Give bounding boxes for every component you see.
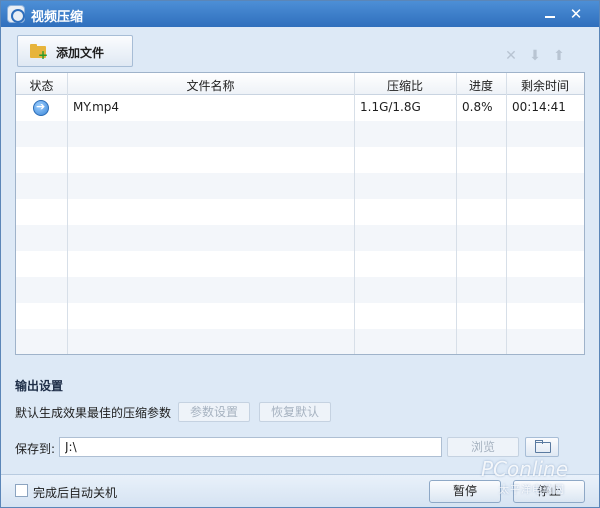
minimize-icon[interactable]	[539, 4, 561, 24]
list-header: 状态 文件名称 压缩比 进度 剩余时间	[16, 73, 584, 95]
table-row[interactable]: MY.mp4 1.1G/1.8G 0.8% 00:14:41	[16, 95, 584, 121]
empty-row	[16, 303, 584, 329]
params-settings-button[interactable]: 参数设置	[178, 402, 250, 422]
col-status-header[interactable]: 状态	[16, 77, 67, 94]
bottom-bar: 完成后自动关机 暂停 停止	[1, 474, 599, 507]
filename-cell: MY.mp4	[73, 100, 120, 114]
folder-add-icon: +	[30, 44, 48, 61]
empty-row	[16, 225, 584, 251]
empty-row	[16, 121, 584, 147]
auto-shutdown-checkbox[interactable]	[15, 484, 28, 497]
pause-button[interactable]: 暂停	[429, 480, 501, 503]
window-title: 视频压缩	[31, 10, 84, 25]
col-progress-header[interactable]: 进度	[456, 77, 506, 94]
ratio-cell: 1.1G/1.8G	[360, 100, 421, 114]
video-compress-window: 视频压缩 ✕ + 添加文件 ✕ ⬇ ⬆ MY.mp4 1.1G/1.8G 0.8…	[0, 0, 600, 508]
delete-icon[interactable]: ✕	[504, 49, 518, 63]
output-settings-title: 输出设置	[15, 379, 64, 393]
title-bar[interactable]: 视频压缩 ✕	[1, 1, 599, 27]
default-params-text: 默认生成效果最佳的压缩参数	[15, 406, 172, 420]
progress-cell: 0.8%	[462, 100, 493, 114]
close-icon[interactable]: ✕	[565, 4, 587, 24]
main-content: + 添加文件 ✕ ⬇ ⬆ MY.mp4 1.1G/1.8G 0.8% 00:14…	[1, 27, 599, 474]
col-remaining-header[interactable]: 剩余时间	[506, 77, 584, 94]
restore-default-button[interactable]: 恢复默认	[259, 402, 331, 422]
add-file-label: 添加文件	[56, 46, 105, 60]
add-file-button[interactable]: + 添加文件	[17, 35, 133, 67]
column-divider	[456, 73, 457, 354]
empty-row	[16, 329, 584, 354]
file-list[interactable]: MY.mp4 1.1G/1.8G 0.8% 00:14:41 状态 文件名称 压…	[15, 72, 585, 355]
column-divider	[506, 73, 507, 354]
col-ratio-header[interactable]: 压缩比	[354, 77, 456, 94]
column-divider	[67, 73, 68, 354]
open-folder-button[interactable]	[525, 437, 559, 457]
stop-button[interactable]: 停止	[513, 480, 585, 503]
browse-button[interactable]: 浏览	[447, 437, 519, 457]
empty-row	[16, 173, 584, 199]
app-logo-icon	[7, 5, 25, 23]
open-folder-icon	[535, 440, 551, 453]
empty-row	[16, 147, 584, 173]
move-down-icon[interactable]: ⬇	[528, 49, 542, 63]
move-up-icon[interactable]: ⬆	[552, 49, 566, 63]
empty-row	[16, 277, 584, 303]
col-filename-header[interactable]: 文件名称	[67, 77, 354, 94]
save-path-input[interactable]	[59, 437, 442, 457]
empty-row	[16, 251, 584, 277]
auto-shutdown-label[interactable]: 完成后自动关机	[33, 484, 117, 501]
save-to-label: 保存到:	[15, 442, 56, 456]
arrow-right-icon	[33, 100, 49, 116]
empty-row	[16, 199, 584, 225]
column-divider	[354, 73, 355, 354]
remaining-cell: 00:14:41	[512, 100, 566, 114]
